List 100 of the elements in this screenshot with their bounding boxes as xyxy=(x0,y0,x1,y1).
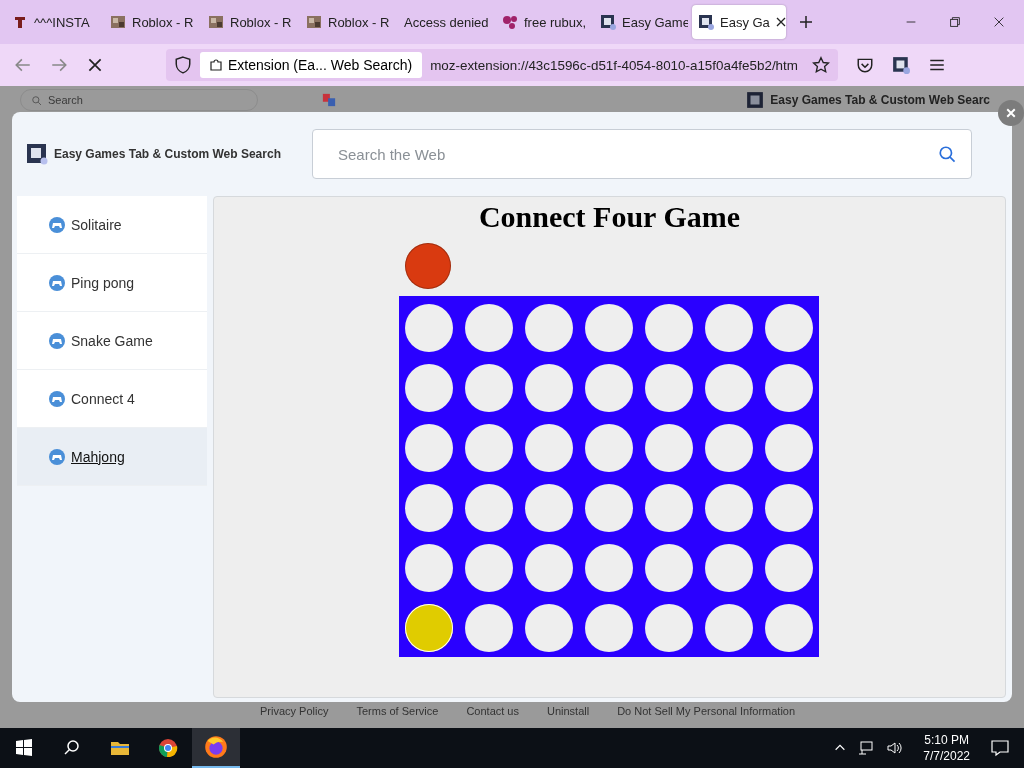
thumbnail-icon xyxy=(110,14,126,30)
browser-tab[interactable]: ^^^INSTA xyxy=(6,5,100,39)
app-title: Easy Games Tab & Custom Web Search xyxy=(54,147,281,161)
close-icon[interactable] xyxy=(992,15,1006,29)
browser-tab[interactable]: free rubux, xyxy=(496,5,590,39)
firefox-icon xyxy=(204,735,228,759)
browser-tab[interactable]: Easy Ga xyxy=(692,5,786,39)
board-slot[interactable] xyxy=(465,304,513,352)
browser-tab[interactable]: Roblox - R xyxy=(104,5,198,39)
search-field[interactable]: Search the Web xyxy=(312,129,972,179)
board-slot[interactable] xyxy=(585,364,633,412)
app-logo-icon xyxy=(746,91,765,109)
restore-icon[interactable] xyxy=(948,15,962,29)
forward-icon[interactable] xyxy=(50,56,68,74)
footer-link[interactable]: Contact us xyxy=(466,705,519,717)
app-logo-icon xyxy=(26,143,48,165)
puzzle-icon xyxy=(208,57,224,73)
board-slot[interactable] xyxy=(645,424,693,472)
board-slot[interactable] xyxy=(405,304,453,352)
address-bar[interactable]: Extension (Ea... Web Search) moz-extension://43c1596c-d51f-4054-8010-a15f0a4fe5b2/htm xyxy=(166,49,838,81)
board-slot[interactable] xyxy=(645,304,693,352)
board-slot[interactable] xyxy=(645,544,693,592)
gamepad-icon xyxy=(49,448,65,465)
board-slot[interactable] xyxy=(585,604,633,652)
board-slot[interactable] xyxy=(465,604,513,652)
stop-icon[interactable] xyxy=(86,56,104,74)
board-slot[interactable] xyxy=(525,604,573,652)
board-slot[interactable] xyxy=(585,424,633,472)
browser-tab[interactable]: Access denied xyxy=(398,5,492,39)
board-slot[interactable] xyxy=(765,484,813,532)
board-slot[interactable] xyxy=(405,544,453,592)
board-slot[interactable] xyxy=(765,604,813,652)
footer-link[interactable]: Uninstall xyxy=(547,705,590,717)
board-slot[interactable] xyxy=(585,304,633,352)
close-tab-icon[interactable] xyxy=(775,17,786,27)
board-slot[interactable] xyxy=(465,484,513,532)
board-slot[interactable] xyxy=(525,424,573,472)
browser-tab[interactable]: Roblox - R xyxy=(300,5,394,39)
identity-badge[interactable]: Extension (Ea... Web Search) xyxy=(200,52,423,78)
board-slot[interactable] xyxy=(765,544,813,592)
game-menu-item[interactable]: Ping pong xyxy=(17,254,207,312)
volume-icon[interactable] xyxy=(885,740,904,756)
board-slot[interactable] xyxy=(765,304,813,352)
game-menu-item[interactable]: Mahjong xyxy=(17,428,207,486)
board-slot[interactable] xyxy=(645,484,693,532)
start-icon[interactable] xyxy=(14,738,34,758)
board-slot[interactable] xyxy=(705,364,753,412)
close-icon xyxy=(1005,107,1017,119)
board-slot[interactable] xyxy=(525,544,573,592)
footer-link[interactable]: Terms of Service xyxy=(356,705,439,717)
gamepad-icon xyxy=(49,332,65,349)
board-slot[interactable] xyxy=(705,604,753,652)
board-slot[interactable] xyxy=(405,424,453,472)
board-slot[interactable] xyxy=(645,364,693,412)
game-title: Connect Four Game xyxy=(478,200,741,234)
taskbar-app[interactable] xyxy=(192,728,240,768)
board-slot[interactable] xyxy=(465,544,513,592)
board-slot[interactable] xyxy=(645,604,693,652)
close-button[interactable] xyxy=(998,100,1024,126)
board-slot[interactable] xyxy=(705,424,753,472)
board-slot[interactable] xyxy=(465,364,513,412)
app-icon[interactable] xyxy=(892,56,910,74)
back-icon[interactable] xyxy=(14,56,32,74)
gamepad-icon xyxy=(49,390,65,407)
notification-icon[interactable] xyxy=(990,738,1010,758)
board-slot[interactable] xyxy=(585,544,633,592)
game-menu-item[interactable]: Snake Game xyxy=(17,312,207,370)
board-slot[interactable] xyxy=(765,364,813,412)
network-icon[interactable] xyxy=(857,740,876,756)
board-slot[interactable] xyxy=(765,424,813,472)
thumbnail-icon xyxy=(208,14,224,30)
board-slot[interactable] xyxy=(705,484,753,532)
app-icon xyxy=(698,14,714,30)
board-slot[interactable] xyxy=(705,544,753,592)
chrome-icon[interactable] xyxy=(158,738,178,758)
board-slot[interactable] xyxy=(525,484,573,532)
thumbnail-icon xyxy=(306,14,322,30)
clock-time: 5:10 PM xyxy=(924,732,969,748)
board-slot[interactable] xyxy=(405,364,453,412)
board-slot[interactable] xyxy=(525,304,573,352)
browser-tab[interactable]: Roblox - R xyxy=(202,5,296,39)
board-slot[interactable] xyxy=(705,304,753,352)
gamepad-icon xyxy=(49,274,65,291)
new-tab-icon[interactable] xyxy=(798,14,814,30)
url-text: moz-extension://43c1596c-d51f-4054-8010-a15f0a4fe5b2/htm xyxy=(430,57,799,73)
board-slot[interactable] xyxy=(465,424,513,472)
game-menu-item[interactable]: Connect 4 xyxy=(17,370,207,428)
game-piece[interactable] xyxy=(405,243,451,289)
letter-icon xyxy=(12,14,28,30)
game-piece[interactable] xyxy=(405,604,453,652)
game-menu-item[interactable]: Solitaire xyxy=(17,196,207,254)
board-slot[interactable] xyxy=(405,484,453,532)
footer-link[interactable]: Privacy Policy xyxy=(260,705,329,717)
board-slot[interactable] xyxy=(525,364,573,412)
star-icon[interactable] xyxy=(812,56,830,74)
footer-link[interactable]: Do Not Sell My Personal Information xyxy=(617,705,796,717)
board-slot[interactable] xyxy=(585,484,633,532)
pocket-icon[interactable] xyxy=(856,56,874,74)
page-title: Easy Games Tab & Custom Web Searc xyxy=(770,93,990,107)
identity-label: Extension (Ea... Web Search) xyxy=(228,57,413,73)
